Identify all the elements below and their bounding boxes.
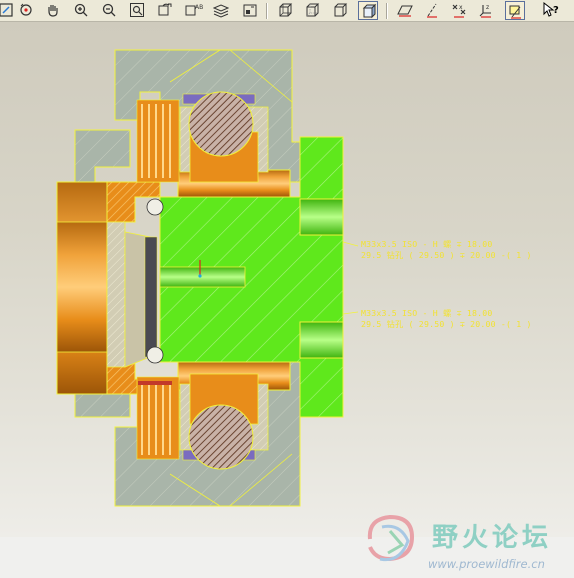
shading-button[interactable] <box>358 1 378 20</box>
model-tree-button[interactable] <box>240 1 260 20</box>
zoom-out-icon <box>102 3 116 17</box>
pan-hand-icon <box>48 5 58 17</box>
watermark-title: 野火论坛 <box>432 523 553 553</box>
wireframe-icon <box>279 3 293 17</box>
refit-button[interactable] <box>127 1 147 20</box>
wireframe-button[interactable] <box>275 1 295 20</box>
tapped-hole-lower <box>299 321 344 359</box>
bearing-lower <box>179 373 269 470</box>
no-hidden-icon <box>334 3 348 17</box>
datum-points-button[interactable]: x <box>449 1 469 20</box>
watermark-logo-icon <box>367 514 415 562</box>
reorient-button[interactable] <box>155 1 175 20</box>
datum-axes-button[interactable] <box>422 1 442 20</box>
repaint-button[interactable] <box>0 1 16 20</box>
svg-text:x: x <box>459 4 463 11</box>
spin-center-icon <box>20 3 32 16</box>
context-help-button[interactable]: ? <box>540 1 560 20</box>
zoom-out-button[interactable] <box>99 1 119 20</box>
main-toolbar: AB x z ? <box>0 0 574 22</box>
hole-note-2-line2[interactable]: 29.5 钻孔 ( 29.50 ) ∓ 20.00 -( 1 ) <box>361 318 532 330</box>
saved-views-button[interactable]: AB <box>183 1 203 20</box>
repaint-icon <box>0 3 13 17</box>
annotation-leaders <box>342 241 359 315</box>
datum-axes-icon <box>427 3 437 18</box>
reorient-icon <box>158 3 172 16</box>
annotation-display-button[interactable] <box>505 1 525 20</box>
layers-button[interactable] <box>211 1 231 20</box>
zoom-in-icon <box>74 3 88 17</box>
center-bore <box>159 266 246 288</box>
model-tree-icon <box>243 4 257 17</box>
context-help-icon: ? <box>543 2 559 17</box>
refit-icon <box>130 3 144 17</box>
hidden-line-icon <box>306 3 320 17</box>
zoom-in-button[interactable] <box>71 1 91 20</box>
hidden-line-button[interactable] <box>302 1 322 20</box>
layers-icon <box>213 4 229 18</box>
coordinate-systems-button[interactable]: z <box>476 1 496 20</box>
graphics-viewport[interactable]: M33x3.5 ISO - H 螺 ∓ 18.00 29.5 钻孔 ( 29.5… <box>0 22 574 537</box>
spin-center-button[interactable] <box>16 1 36 20</box>
annotation-display-icon <box>509 5 521 19</box>
hole-note-1-line2[interactable]: 29.5 钻孔 ( 29.50 ) ∓ 20.00 -( 1 ) <box>361 249 532 261</box>
svg-text:?: ? <box>553 5 559 16</box>
no-hidden-button[interactable] <box>330 1 350 20</box>
watermark-url: www.proewildfire.cn <box>428 557 545 571</box>
shading-icon <box>362 3 377 19</box>
datum-points-icon: x <box>452 4 466 18</box>
forum-watermark: 野火论坛 www.proewildfire.cn <box>360 507 570 575</box>
svg-text:z: z <box>486 4 489 11</box>
saved-views-icon: AB <box>185 4 203 16</box>
cad-section-drawing <box>56 49 359 507</box>
svg-text:AB: AB <box>195 4 203 11</box>
datum-planes-icon <box>397 5 413 17</box>
tapped-hole-upper <box>299 198 344 236</box>
datum-planes-button[interactable] <box>394 1 414 20</box>
coordinate-systems-icon: z <box>479 4 491 18</box>
pan-button[interactable] <box>43 1 63 20</box>
